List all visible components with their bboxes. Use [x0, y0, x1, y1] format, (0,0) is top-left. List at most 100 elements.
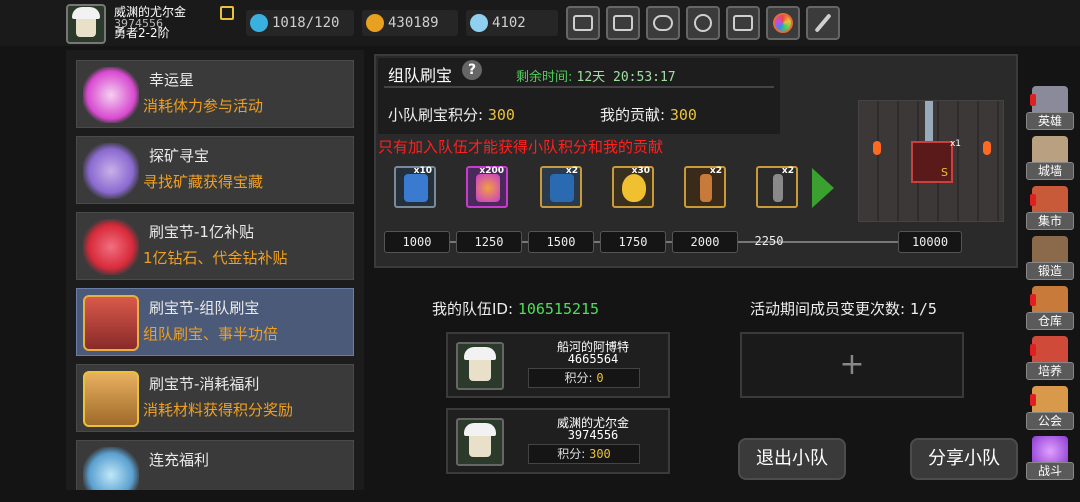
event-title: 幸运星: [149, 71, 195, 89]
light-beam: [925, 101, 933, 141]
avatar-face: [464, 347, 496, 381]
alert-icon: [1030, 94, 1036, 106]
diamond-resource[interactable]: 4102: [466, 10, 558, 36]
milestone: 2000: [672, 231, 738, 253]
stamina-value: 1018/120: [272, 15, 340, 31]
event-subtitle: 组队刷宝、事半功倍: [143, 325, 279, 343]
member-id: 4665564: [567, 352, 619, 366]
join-warning: 只有加入队伍才能获得小队积分和我的贡献: [378, 138, 664, 156]
reward-hammer[interactable]: x2: [756, 166, 798, 208]
event-card-consume[interactable]: 刷宝节-消耗福利 消耗材料获得积分奖励: [76, 364, 354, 432]
member-changes-label: 活动期间成员变更次数:: [750, 300, 906, 318]
nav-label: 城墙: [1026, 162, 1074, 180]
member-score-label: 积分:: [557, 447, 586, 461]
event-card-mining[interactable]: 探矿寻宝 寻找矿藏获得宝藏: [76, 136, 354, 204]
nav-hero[interactable]: 英雄: [1026, 86, 1074, 132]
milestone: 1250: [456, 231, 522, 253]
skill-button[interactable]: [806, 6, 840, 40]
diamond-icon: [470, 14, 488, 32]
event-list: 幸运星 消耗体力参与活动 探矿寻宝 寻找矿藏获得宝藏 刷宝节-1亿补贴 1亿钻石…: [66, 50, 364, 490]
member-avatar: [456, 342, 504, 390]
my-contribution: 我的贡献: 300: [600, 104, 697, 125]
member-score-label: 积分:: [564, 371, 593, 385]
alert-icon: [1030, 344, 1036, 356]
nav-label: 战斗: [1026, 462, 1074, 480]
reward-scroll[interactable]: x2: [684, 166, 726, 208]
color-wheel-icon: [773, 13, 793, 33]
grand-prize-item[interactable]: x1 S: [911, 139, 961, 183]
alert-icon: [1030, 294, 1036, 306]
nav-forge[interactable]: 锻造: [1026, 236, 1074, 282]
reward-golden-egg[interactable]: x30: [612, 166, 654, 208]
gift-button[interactable]: [726, 6, 760, 40]
nav-label: 仓库: [1026, 312, 1074, 330]
milestone: 1750: [600, 231, 666, 253]
nav-wall[interactable]: 城墙: [1026, 136, 1074, 182]
wheel-button[interactable]: [766, 6, 800, 40]
treasure-chest-icon: [83, 143, 139, 199]
event-title: 刷宝节-消耗福利: [149, 375, 260, 393]
milestone: 2250: [754, 234, 784, 248]
event-card-team-treasure[interactable]: 刷宝节-组队刷宝 组队刷宝、事半功倍: [76, 288, 354, 356]
member-score-value: 0: [596, 371, 604, 385]
leave-team-button[interactable]: 退出小队: [738, 438, 846, 480]
gold-resource[interactable]: 430189: [362, 10, 458, 36]
nav-battle[interactable]: 战斗: [1026, 436, 1074, 482]
help-button[interactable]: ?: [462, 60, 482, 80]
grand-prize-preview[interactable]: x1 S: [858, 100, 1004, 222]
shop-button[interactable]: [566, 6, 600, 40]
reward-count: x2: [709, 166, 722, 176]
reward-count: x2: [781, 166, 794, 176]
milestone: 1500: [528, 231, 594, 253]
fire-orb-icon: [476, 174, 500, 202]
spellbook-icon: [550, 174, 574, 202]
gamepad-button[interactable]: [646, 6, 680, 40]
event-subtitle: 寻找矿藏获得宝藏: [143, 173, 264, 191]
remaining-label: 剩余时间:: [516, 70, 573, 85]
member-id: 3974556: [567, 428, 619, 442]
scroll-icon: [700, 174, 712, 202]
reward-fire-orb[interactable]: x200: [466, 166, 508, 208]
edit-name-icon[interactable]: [220, 6, 234, 20]
nav-training[interactable]: 培养: [1026, 336, 1074, 382]
event-card-recharge[interactable]: 连充福利: [76, 440, 354, 490]
sword-icon: [814, 13, 832, 33]
event-card-subsidy[interactable]: 刷宝节-1亿补贴 1亿钻石、代金钻补贴: [76, 212, 354, 280]
divider: [384, 86, 774, 88]
nav-label: 公会: [1026, 412, 1074, 430]
gift-icon: [733, 15, 753, 31]
diamond-value: 4102: [492, 15, 526, 31]
next-arrow-icon[interactable]: [812, 168, 834, 208]
add-member-slot[interactable]: +: [740, 332, 964, 398]
event-title: 刷宝节-1亿补贴: [149, 223, 254, 241]
mail-button[interactable]: [606, 6, 640, 40]
alert-icon: [1030, 194, 1036, 206]
nav-label: 集市: [1026, 212, 1074, 230]
team-id-value: 106515215: [517, 300, 600, 318]
remaining-time: 剩余时间: 12天 20:53:17: [516, 66, 676, 85]
team-score-value: 300: [487, 106, 515, 124]
nav-market[interactable]: 集市: [1026, 186, 1074, 232]
member-score: 积分: 300: [528, 444, 640, 464]
event-subtitle: 1亿钻石、代金钻补贴: [143, 249, 288, 267]
stamina-resource[interactable]: 1018/120: [246, 10, 354, 36]
settings-button[interactable]: [686, 6, 720, 40]
reward-lightning-scroll[interactable]: x10: [394, 166, 436, 208]
team-member-card[interactable]: 威渊的尤尔金 3974556 积分: 300: [446, 408, 670, 474]
event-card-lucky-star[interactable]: 幸运星 消耗体力参与活动: [76, 60, 354, 128]
team-id-label: 我的队伍ID:: [432, 300, 514, 318]
nav-label: 锻造: [1026, 262, 1074, 280]
nav-warehouse[interactable]: 仓库: [1026, 286, 1074, 332]
red-flower-icon: [83, 219, 139, 275]
reward-spellbook[interactable]: x2: [540, 166, 582, 208]
event-title: 刷宝节-组队刷宝: [149, 299, 260, 317]
player-avatar[interactable]: [66, 4, 106, 44]
contribution-label: 我的贡献:: [600, 106, 666, 124]
nav-guild[interactable]: 公会: [1026, 386, 1074, 432]
share-team-button[interactable]: 分享小队: [910, 438, 1018, 480]
crystal-icon: [83, 447, 139, 490]
lightning-scroll-icon: [404, 174, 428, 202]
alert-icon: [1030, 394, 1036, 406]
lucky-star-icon: [83, 67, 139, 123]
team-member-card[interactable]: 船河的阿博特 4665564 积分: 0: [446, 332, 670, 398]
